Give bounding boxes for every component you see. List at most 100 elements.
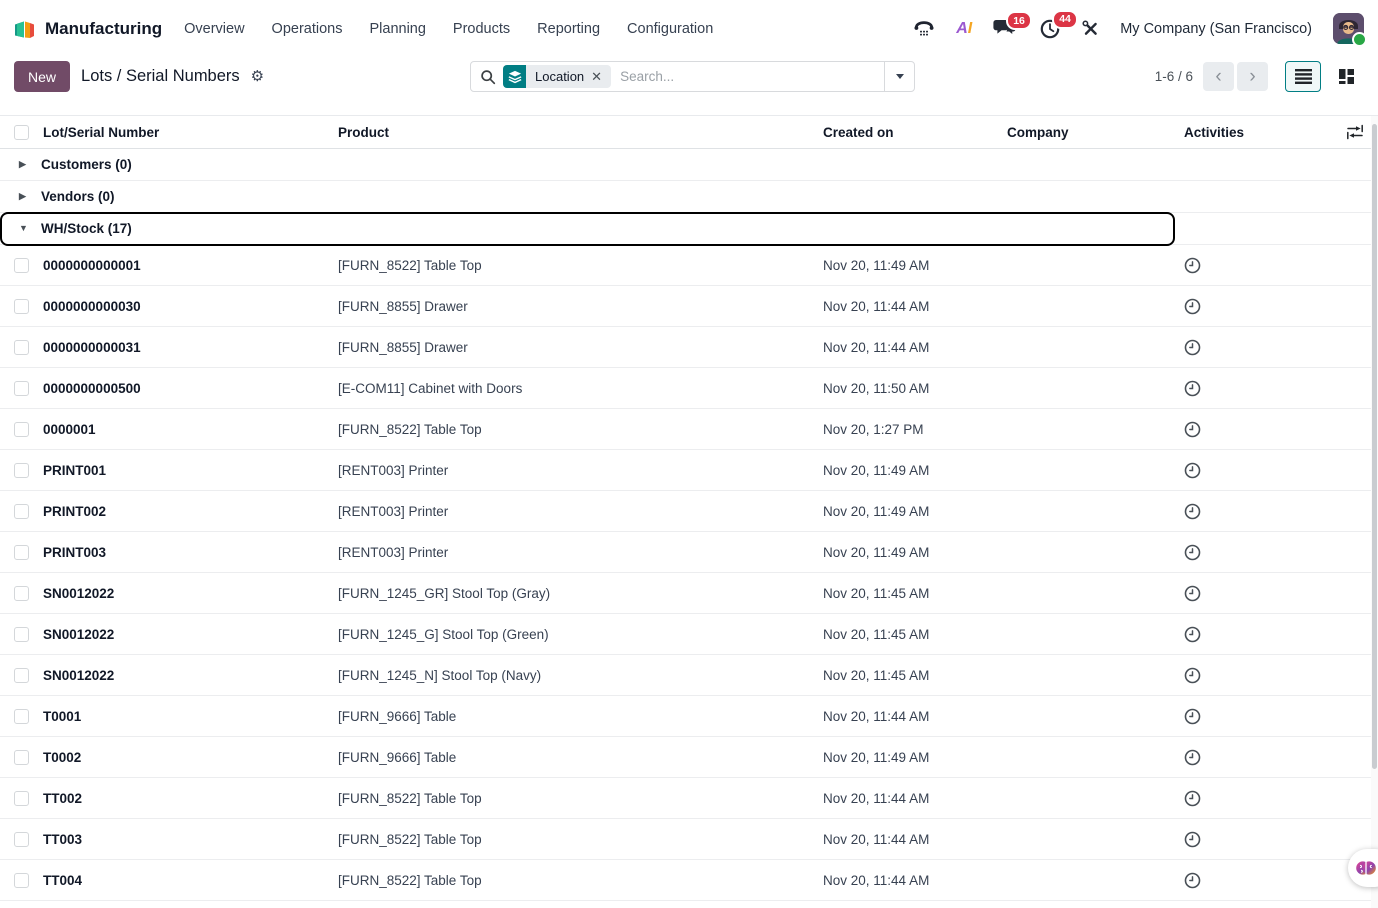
product-cell[interactable]: [FURN_8522] Table Top	[338, 422, 823, 437]
lot-row-sn0012022[interactable]: SN0012022[FURN_1245_N] Stool Top (Navy)N…	[0, 655, 1378, 696]
row-checkbox[interactable]	[14, 627, 29, 642]
row-checkbox[interactable]	[14, 709, 29, 724]
created-on-cell[interactable]: Nov 20, 11:44 AM	[823, 709, 1007, 724]
lot-serial-number-cell[interactable]: TT002	[40, 791, 338, 806]
lot-serial-number-cell[interactable]: T0001	[40, 709, 338, 724]
schedule-activity-button[interactable]	[1184, 544, 1201, 561]
created-on-cell[interactable]: Nov 20, 11:50 AM	[823, 381, 1007, 396]
lot-serial-number-cell[interactable]: TT003	[40, 832, 338, 847]
search-input[interactable]	[618, 68, 877, 85]
search-bar[interactable]: Location ✕	[470, 61, 915, 92]
list-view-button[interactable]	[1285, 61, 1321, 92]
lot-serial-number-cell[interactable]: PRINT001	[40, 463, 338, 478]
created-on-cell[interactable]: Nov 20, 11:44 AM	[823, 873, 1007, 888]
row-checkbox[interactable]	[14, 873, 29, 888]
row-checkbox[interactable]	[14, 340, 29, 355]
column-header-created-on[interactable]: Created on	[823, 125, 1007, 140]
product-cell[interactable]: [FURN_1245_N] Stool Top (Navy)	[338, 668, 823, 683]
column-header-activities[interactable]: Activities	[1178, 125, 1330, 140]
lot-row-0000000000031[interactable]: 0000000000031[FURN_8855] DrawerNov 20, 1…	[0, 327, 1378, 368]
activities-button[interactable]: 44	[1039, 18, 1061, 40]
lot-serial-number-cell[interactable]: SN0012022	[40, 627, 338, 642]
schedule-activity-button[interactable]	[1184, 503, 1201, 520]
lot-row-sn0012022[interactable]: SN0012022[FURN_1245_G] Stool Top (Green)…	[0, 614, 1378, 655]
schedule-activity-button[interactable]	[1184, 257, 1201, 274]
product-cell[interactable]: [FURN_1245_GR] Stool Top (Gray)	[338, 586, 823, 601]
row-checkbox[interactable]	[14, 463, 29, 478]
lot-row-print002[interactable]: PRINT002[RENT003] PrinterNov 20, 11:49 A…	[0, 491, 1378, 532]
lot-serial-number-cell[interactable]: 0000000000030	[40, 299, 338, 314]
lot-serial-number-cell[interactable]: SN0012022	[40, 668, 338, 683]
company-switcher[interactable]: My Company (San Francisco)	[1120, 21, 1312, 37]
product-cell[interactable]: [FURN_9666] Table	[338, 709, 823, 724]
product-cell[interactable]: [FURN_8522] Table Top	[338, 791, 823, 806]
column-header-product[interactable]: Product	[338, 125, 823, 140]
schedule-activity-button[interactable]	[1184, 872, 1201, 889]
group-row-customers[interactable]: ▶Customers (0)	[0, 149, 1378, 181]
scrollbar-thumb[interactable]	[1372, 124, 1377, 769]
lot-serial-number-cell[interactable]: 0000000000500	[40, 381, 338, 396]
product-cell[interactable]: [FURN_1245_G] Stool Top (Green)	[338, 627, 823, 642]
created-on-cell[interactable]: Nov 20, 11:49 AM	[823, 545, 1007, 560]
schedule-activity-button[interactable]	[1184, 749, 1201, 766]
user-avatar[interactable]	[1333, 13, 1364, 44]
product-cell[interactable]: [RENT003] Printer	[338, 545, 823, 560]
lot-row-t0001[interactable]: T0001[FURN_9666] TableNov 20, 11:44 AM	[0, 696, 1378, 737]
row-checkbox[interactable]	[14, 750, 29, 765]
lot-row-0000000000030[interactable]: 0000000000030[FURN_8855] DrawerNov 20, 1…	[0, 286, 1378, 327]
lot-row-tt002[interactable]: TT002[FURN_8522] Table TopNov 20, 11:44 …	[0, 778, 1378, 819]
lot-row-0000000000500[interactable]: 0000000000500[E-COM11] Cabinet with Door…	[0, 368, 1378, 409]
product-cell[interactable]: [FURN_8522] Table Top	[338, 258, 823, 273]
menu-item-products[interactable]: Products	[453, 21, 510, 37]
lot-row-tt003[interactable]: TT003[FURN_8522] Table TopNov 20, 11:44 …	[0, 819, 1378, 860]
menu-item-overview[interactable]: Overview	[184, 21, 244, 37]
kanban-view-button[interactable]	[1328, 61, 1364, 92]
product-cell[interactable]: [RENT003] Printer	[338, 463, 823, 478]
menu-item-configuration[interactable]: Configuration	[627, 21, 713, 37]
created-on-cell[interactable]: Nov 20, 11:45 AM	[823, 627, 1007, 642]
row-checkbox[interactable]	[14, 258, 29, 273]
created-on-cell[interactable]: Nov 20, 11:49 AM	[823, 258, 1007, 273]
product-cell[interactable]: [FURN_9666] Table	[338, 750, 823, 765]
menu-item-reporting[interactable]: Reporting	[537, 21, 600, 37]
column-header-company[interactable]: Company	[1007, 125, 1178, 140]
schedule-activity-button[interactable]	[1184, 831, 1201, 848]
lot-row-0000001[interactable]: 0000001[FURN_8522] Table TopNov 20, 1:27…	[0, 409, 1378, 450]
lot-serial-number-cell[interactable]: PRINT002	[40, 504, 338, 519]
row-checkbox[interactable]	[14, 504, 29, 519]
lot-serial-number-cell[interactable]: 0000000000001	[40, 258, 338, 273]
action-menu-gear-icon[interactable]: ⚙	[251, 69, 264, 84]
created-on-cell[interactable]: Nov 20, 11:44 AM	[823, 832, 1007, 847]
menu-item-planning[interactable]: Planning	[369, 21, 425, 37]
row-checkbox[interactable]	[14, 791, 29, 806]
developer-tools-button[interactable]	[1082, 20, 1099, 37]
schedule-activity-button[interactable]	[1184, 708, 1201, 725]
lot-serial-number-cell[interactable]: T0002	[40, 750, 338, 765]
product-cell[interactable]: [E-COM11] Cabinet with Doors	[338, 381, 823, 396]
lot-row-print003[interactable]: PRINT003[RENT003] PrinterNov 20, 11:49 A…	[0, 532, 1378, 573]
row-checkbox[interactable]	[14, 299, 29, 314]
lot-serial-number-cell[interactable]: SN0012022	[40, 586, 338, 601]
lot-serial-number-cell[interactable]: TT004	[40, 873, 338, 888]
messages-button[interactable]: 16	[993, 19, 1018, 38]
lot-row-sn0012022[interactable]: SN0012022[FURN_1245_GR] Stool Top (Gray)…	[0, 573, 1378, 614]
row-checkbox[interactable]	[14, 422, 29, 437]
schedule-activity-button[interactable]	[1184, 462, 1201, 479]
product-cell[interactable]: [FURN_8855] Drawer	[338, 299, 823, 314]
app-switcher-button[interactable]: Manufacturing	[12, 18, 162, 40]
row-checkbox[interactable]	[14, 832, 29, 847]
created-on-cell[interactable]: Nov 20, 11:45 AM	[823, 668, 1007, 683]
created-on-cell[interactable]: Nov 20, 11:45 AM	[823, 586, 1007, 601]
new-button[interactable]: New	[14, 61, 70, 92]
row-checkbox[interactable]	[14, 668, 29, 683]
ai-button[interactable]: AI	[956, 20, 972, 38]
lot-row-t0002[interactable]: T0002[FURN_9666] TableNov 20, 11:49 AM	[0, 737, 1378, 778]
schedule-activity-button[interactable]	[1184, 298, 1201, 315]
lot-serial-number-cell[interactable]: 0000000000031	[40, 340, 338, 355]
pager-previous-button[interactable]: ‹	[1203, 62, 1234, 91]
lot-row-tt004[interactable]: TT004[FURN_8522] Table TopNov 20, 11:44 …	[0, 860, 1378, 901]
created-on-cell[interactable]: Nov 20, 11:44 AM	[823, 340, 1007, 355]
created-on-cell[interactable]: Nov 20, 1:27 PM	[823, 422, 1007, 437]
schedule-activity-button[interactable]	[1184, 585, 1201, 602]
schedule-activity-button[interactable]	[1184, 339, 1201, 356]
